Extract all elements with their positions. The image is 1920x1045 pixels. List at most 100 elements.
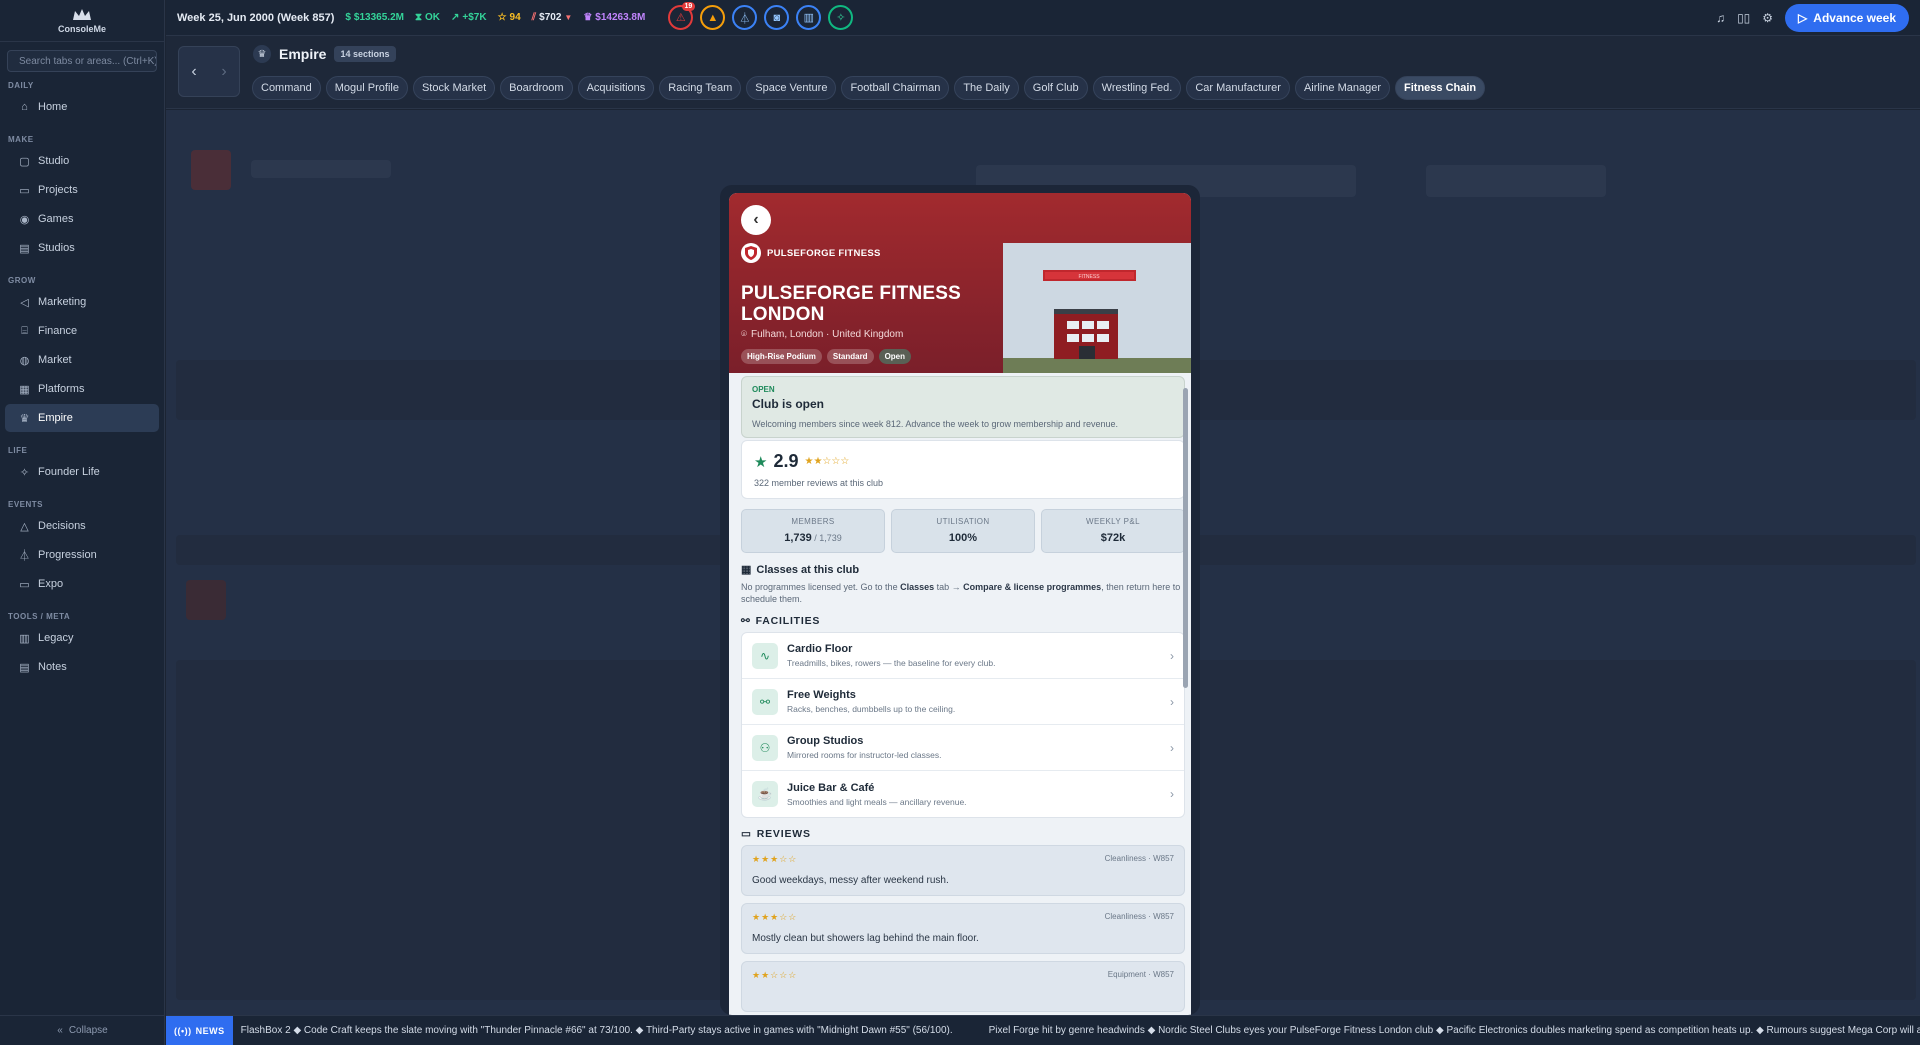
stat-capacity: / 1,739 [811, 533, 842, 543]
alerts-button[interactable]: ⚠ 19 [668, 2, 696, 30]
scrollbar[interactable] [1183, 388, 1188, 688]
delta-stat[interactable]: ↗ +$7K [451, 12, 487, 23]
tab-golf-club[interactable]: Golf Club [1023, 76, 1088, 100]
triangle-icon: ▲ [707, 11, 719, 24]
club-detail-scroll[interactable]: OPEN Club is open Welcoming members sinc… [729, 373, 1191, 1015]
research-button[interactable]: ⏃ [732, 5, 758, 30]
tab-command[interactable]: Command [252, 76, 321, 100]
sidebar-item-marketing[interactable]: ◁ Marketing [5, 288, 159, 316]
sidebar-item-expo[interactable]: ▭ Expo [5, 570, 159, 598]
tab-racing-team[interactable]: Racing Team [659, 76, 742, 100]
sidebar-item-finance[interactable]: ⌸ Finance [5, 317, 159, 345]
valuation-value: $14263.8M [595, 12, 646, 23]
sidebar-item-platforms[interactable]: ▦ Platforms [5, 375, 159, 403]
sparkles-icon: ✧ [19, 466, 30, 479]
sidebar-item-studio[interactable]: ▢ Studio [5, 147, 159, 175]
hourglass-icon: ⧗ [414, 12, 422, 23]
stat-label: WEEKLY P&L [1086, 517, 1140, 526]
facility-group-studios[interactable]: ⚇ Group Studios Mirrored rooms for instruc… [742, 725, 1184, 771]
tab-airline-manager[interactable]: Airline Manager [1294, 76, 1390, 100]
stat-weekly-pl: WEEKLY P&L $72k [1041, 509, 1185, 553]
search-input[interactable]: Search tabs or areas... (Ctrl+K) [19, 56, 156, 67]
sidebar-item-founder-life[interactable]: ✧ Founder Life [5, 458, 159, 486]
sidebar-item-notes[interactable]: ▤ Notes [5, 653, 159, 681]
news-item[interactable]: Pixel Forge hit by genre headwinds ◆ Nor… [953, 1025, 1920, 1036]
collapse-button[interactable]: « Collapse [0, 1015, 165, 1045]
fitness-sign: FITNESS [1078, 274, 1100, 280]
crown-icon: ♛ [253, 45, 271, 63]
close-modal-button[interactable]: ‹ [741, 205, 771, 235]
top-bar: Week 25, Jun 2000 (Week 857) $ $13365.2M … [166, 0, 1920, 36]
tab-car-manufacturer[interactable]: Car Manufacturer [1186, 76, 1290, 100]
chevron-right-icon: › [1170, 694, 1174, 709]
week-label: Week 25, Jun 2000 (Week 857) [177, 11, 335, 24]
tab-football-chairman[interactable]: Football Chairman [841, 76, 950, 100]
sidebar-item-home[interactable]: ⌂ Home [5, 93, 159, 121]
tab-fitness-chain[interactable]: Fitness Chain [1395, 76, 1486, 100]
status-label: OPEN [752, 385, 775, 394]
review-stars: ★★☆☆☆ [752, 970, 798, 980]
sidebar-item-market[interactable]: ◍ Market [5, 346, 159, 374]
music-icon[interactable]: ♫ [1716, 11, 1725, 25]
classes-text-part: No programmes licensed yet. Go to the [741, 582, 901, 592]
tab-wrestling-fed[interactable]: Wrestling Fed. [1092, 76, 1182, 100]
book-icon[interactable]: ▯▯ [1737, 11, 1750, 25]
advance-week-button[interactable]: ▷ Advance week [1785, 3, 1909, 32]
decisions-button[interactable]: ▲ [700, 5, 726, 30]
club-status-card: OPEN Club is open Welcoming members sinc… [741, 376, 1185, 438]
cash-stat[interactable]: $ $13365.2M [345, 12, 404, 23]
facility-name: Juice Bar & Café [787, 781, 875, 794]
globe-icon: ◍ [19, 354, 30, 367]
sidebar-item-legacy[interactable]: ▥ Legacy [5, 624, 159, 652]
sidebar-item-progression[interactable]: ⏃ Progression [5, 541, 159, 569]
delta-value: +$7K [462, 12, 487, 23]
app-logo[interactable]: ConsoleMe [0, 0, 164, 42]
rating-stat[interactable]: ☆ 94 [498, 12, 521, 23]
sidebar-search[interactable]: Search tabs or areas... (Ctrl+K) [7, 50, 157, 72]
platform-button[interactable]: ◙ [764, 5, 790, 30]
valuation-stat[interactable]: ♛ $14263.8M [583, 12, 645, 23]
facility-cardio-floor[interactable]: ∿ Cardio Floor Treadmills, bikes, rowers —… [742, 633, 1184, 679]
warning-icon: ⚠ [675, 12, 686, 24]
quick-actions: ⚠ 19 ▲ ⏃ ◙ ▥ ✧ [668, 2, 854, 30]
classes-tab-link[interactable]: Classes [900, 582, 934, 592]
tab-the-daily[interactable]: The Daily [954, 76, 1019, 100]
grid-icon: ▦ [19, 383, 30, 396]
bank-icon: ⌸ [21, 324, 28, 337]
tab-mogul-profile[interactable]: Mogul Profile [325, 76, 408, 100]
radio-icon: ((•)) [174, 1025, 192, 1036]
news-item[interactable]: FlashBox 2 ◆ Code Craft keeps the slate … [233, 1025, 953, 1036]
media-button[interactable]: ▥ [796, 5, 822, 30]
status-stat[interactable]: ⧗ OK [415, 12, 440, 23]
forward-nav-button[interactable]: › [209, 47, 239, 96]
price-stat[interactable]: ⫽ $702 ▼ [532, 12, 573, 23]
sidebar-item-games[interactable]: ◉ Games [5, 205, 159, 233]
sidebar-item-studios[interactable]: ▤ Studios [5, 234, 159, 262]
status-value: OK [425, 12, 440, 23]
sidebar-item-label: Projects [38, 184, 78, 196]
sidebar-item-decisions[interactable]: △ Decisions [5, 512, 159, 540]
growth-button[interactable]: ✧ [828, 5, 854, 30]
facility-desc: Racks, benches, dumbbells up to the ceil… [787, 704, 956, 714]
alert-icon: △ [20, 520, 29, 533]
facility-free-weights[interactable]: ⚯ Free Weights Racks, benches, dumbbells u… [742, 679, 1184, 725]
gear-icon[interactable]: ⚙ [1762, 11, 1773, 25]
tab-boardroom[interactable]: Boardroom [500, 76, 573, 100]
alerts-badge: 19 [681, 2, 696, 11]
tab-acquisitions[interactable]: Acquisitions [577, 76, 655, 100]
section-events: EVENTS [8, 500, 44, 509]
stat-value: 100% [948, 532, 978, 544]
empire-tabs: Command Mogul Profile Stock Market Boardroo… [252, 76, 1486, 100]
compare-license-link[interactable]: Compare & license programmes [963, 582, 1101, 592]
facility-name: Free Weights [787, 689, 856, 701]
facility-juice-bar[interactable]: ☕ Juice Bar & Café Smoothies and light mea… [742, 771, 1184, 817]
tab-space-venture[interactable]: Space Venture [746, 76, 837, 100]
chevrons-left-icon: « [57, 1025, 63, 1036]
gamepad-icon: ◉ [19, 213, 30, 226]
sidebar-item-empire[interactable]: ♛ Empire [5, 404, 159, 432]
tab-stock-market[interactable]: Stock Market [412, 76, 496, 100]
news-tag[interactable]: ((•)) NEWS [166, 1016, 233, 1045]
sidebar-item-projects[interactable]: ▭ Projects [5, 176, 159, 204]
back-nav-button[interactable]: ‹ [179, 47, 209, 96]
sidebar-item-label: Platforms [38, 383, 85, 395]
